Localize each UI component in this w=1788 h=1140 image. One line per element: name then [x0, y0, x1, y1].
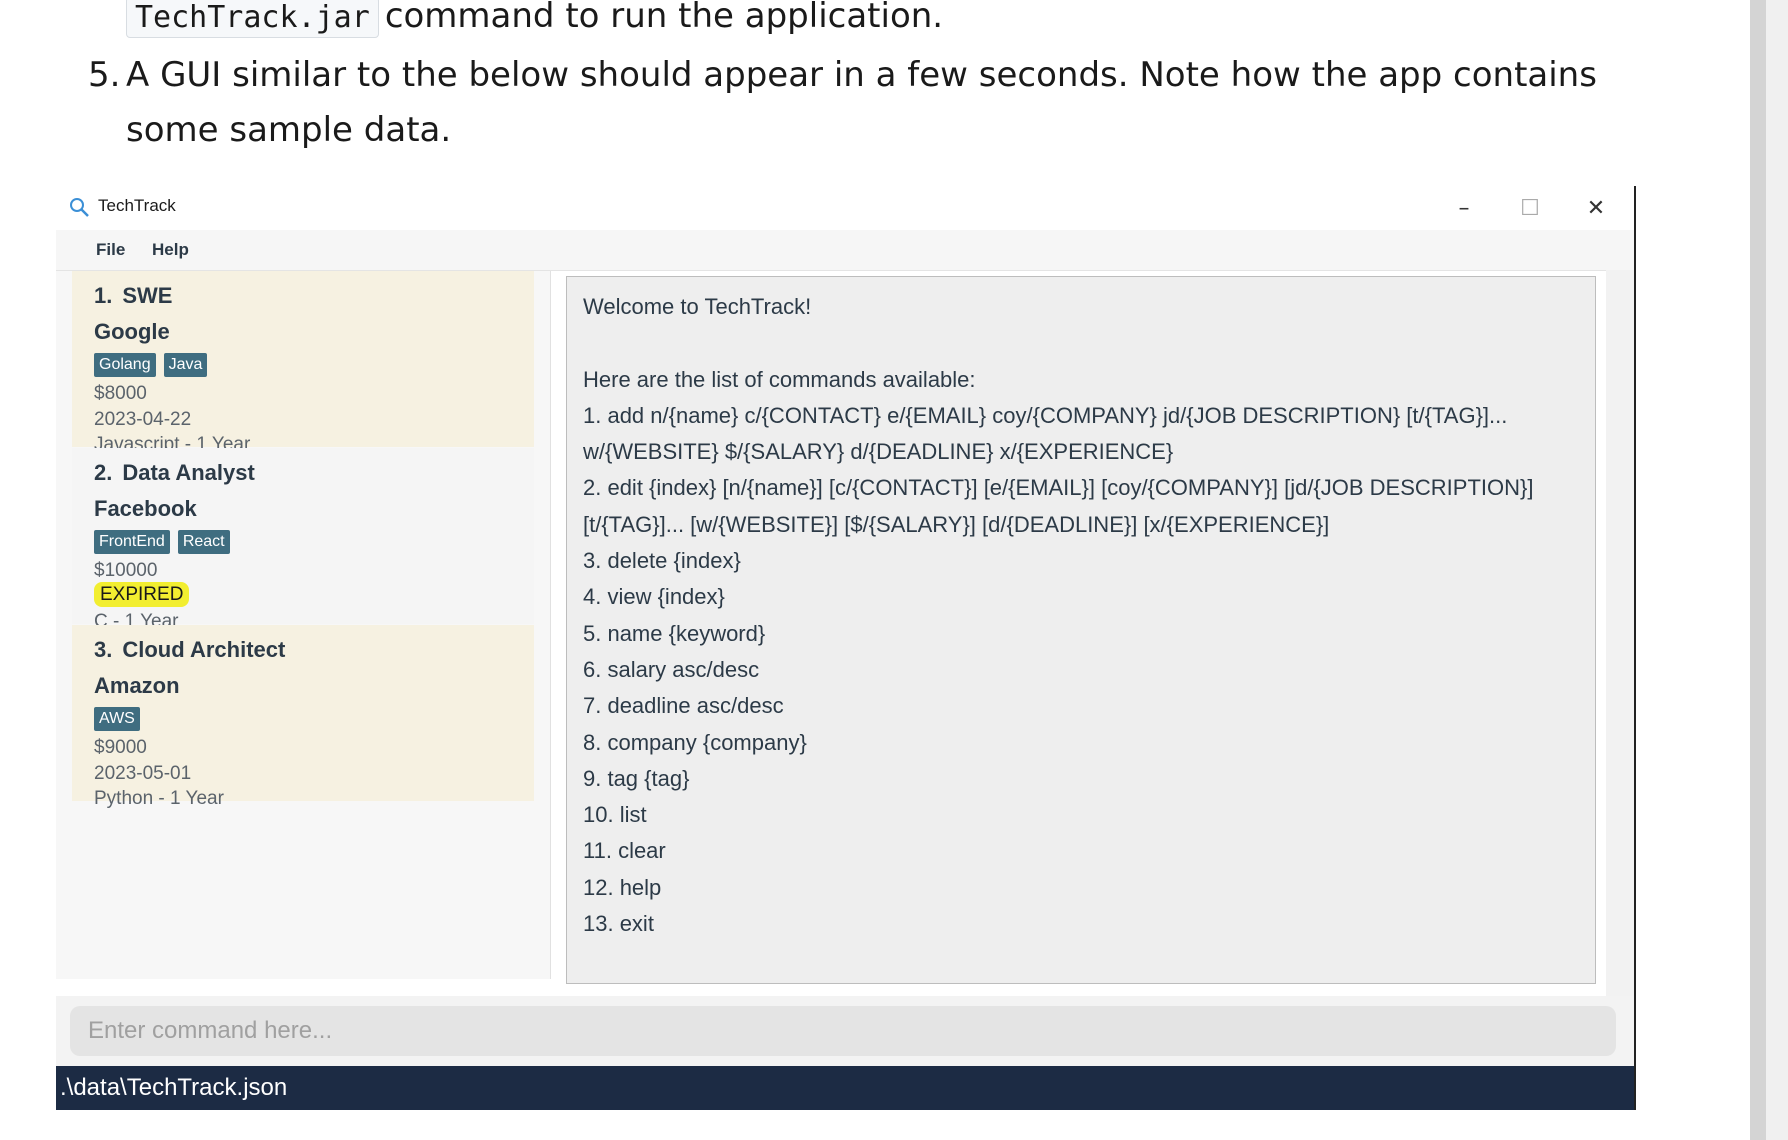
job-company: Facebook	[94, 496, 197, 521]
job-experience: Python - 1 Year	[94, 788, 224, 809]
job-company: Amazon	[94, 673, 180, 698]
tag-badge: FrontEnd	[94, 530, 170, 554]
job-tags: AWS	[94, 707, 140, 731]
job-title: 2. Data Analyst	[94, 460, 255, 485]
step-5: 5. A GUI similar to the below should app…	[88, 48, 1648, 158]
menu-help[interactable]: Help	[152, 240, 189, 260]
close-button[interactable]: ✕	[1576, 190, 1616, 226]
instruction-line-text: command to run the application.	[384, 0, 944, 36]
job-title: 3. Cloud Architect	[94, 637, 286, 662]
result-scroll-strip	[1606, 270, 1634, 996]
job-card[interactable]: 3. Cloud Architect Amazon AWS $9000 2023-…	[72, 625, 534, 809]
menu-file[interactable]: File	[96, 240, 125, 260]
maximize-button[interactable]: ☐	[1510, 190, 1550, 226]
job-salary: $9000	[94, 737, 147, 758]
data-file-path: .\data\TechTrack.json	[60, 1074, 288, 1101]
job-company: Google	[94, 319, 170, 344]
step-number: 5.	[88, 55, 121, 95]
job-tags: FrontEnd React	[94, 530, 230, 554]
tag-badge: React	[177, 530, 230, 554]
tag-badge: Golang	[94, 353, 156, 377]
menu-bar: File Help	[56, 230, 1634, 271]
tag-badge: AWS	[94, 707, 140, 731]
minimize-button[interactable]: –	[1444, 190, 1484, 226]
job-salary: $8000	[94, 383, 147, 404]
expired-badge: EXPIRED	[94, 582, 190, 607]
job-title: 1. SWE	[94, 283, 173, 308]
step-text: A GUI similar to the below should appear…	[126, 55, 1597, 150]
result-display[interactable]: Welcome to TechTrack! Here are the list …	[566, 276, 1596, 984]
job-card[interactable]: 2. Data Analyst Facebook FrontEnd React $…	[72, 448, 534, 632]
command-area	[56, 996, 1634, 1068]
tag-badge: Java	[163, 353, 208, 377]
job-tags: Golang Java	[94, 353, 208, 377]
page-scrollbar-track[interactable]	[1766, 0, 1788, 1140]
status-bar: .\data\TechTrack.json	[56, 1066, 1634, 1110]
title-bar[interactable]: TechTrack – ☐ ✕	[56, 186, 1634, 230]
instruction-line: TechTrack.jar command to run the applicat…	[126, 0, 943, 40]
magnifier-icon	[70, 198, 89, 217]
job-salary: $10000	[94, 560, 158, 581]
job-list-panel[interactable]: 1. SWE Google Golang Java $8000 2023-04-2…	[56, 271, 551, 979]
command-input[interactable]	[70, 1006, 1616, 1056]
job-deadline: 2023-04-22	[94, 409, 192, 430]
job-deadline: EXPIRED	[94, 582, 190, 607]
job-card[interactable]: 1. SWE Google Golang Java $8000 2023-04-2…	[72, 271, 534, 455]
window-title: TechTrack	[98, 196, 176, 215]
result-display-text: Welcome to TechTrack! Here are the list …	[583, 294, 1534, 937]
jar-filename-code: TechTrack.jar	[126, 0, 379, 38]
job-deadline: 2023-05-01	[94, 763, 192, 784]
techtrack-window: TechTrack – ☐ ✕ File Help 1. SWE Google G…	[56, 186, 1636, 1110]
